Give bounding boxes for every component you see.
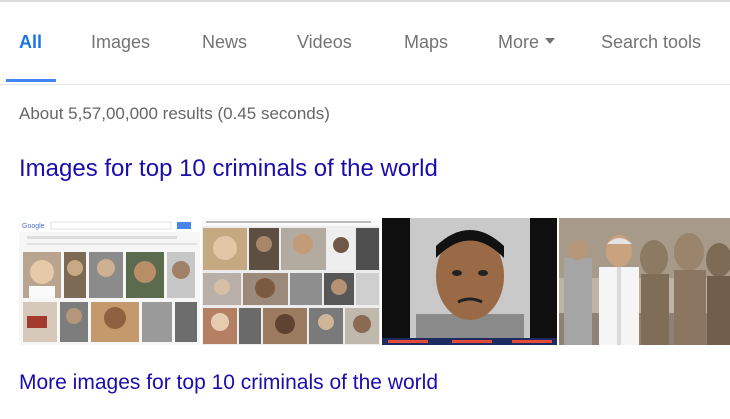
more-images-link[interactable]: More images for top 10 criminals of the … [19, 371, 438, 395]
thumb-google-logo-text: Google [22, 223, 45, 230]
results-stats: About 5,57,00,000 results (0.45 seconds) [19, 104, 330, 123]
thumbnail-3-graphic [382, 218, 557, 345]
tab-all[interactable]: All [19, 31, 42, 53]
tab-more-label: More [498, 32, 540, 52]
tab-news[interactable]: News [202, 31, 247, 53]
active-tab-indicator [6, 79, 56, 82]
image-thumbnail-strip: Google [19, 218, 730, 345]
image-thumbnail-3[interactable] [382, 218, 557, 345]
thumbnail-2-graphic [202, 218, 380, 345]
images-heading-link[interactable]: Images for top 10 criminals of the world [19, 155, 438, 183]
tab-more[interactable]: More [498, 31, 556, 53]
tab-maps[interactable]: Maps [404, 31, 448, 53]
search-tabs-bar: All Images News Videos Maps More Search … [0, 0, 730, 85]
tab-images[interactable]: Images [91, 31, 150, 53]
thumbnail-1-graphic: Google [19, 218, 200, 345]
tab-videos[interactable]: Videos [297, 31, 352, 53]
image-thumbnail-2[interactable] [202, 218, 380, 345]
tab-search-tools[interactable]: Search tools [601, 31, 701, 53]
image-thumbnail-1[interactable]: Google [19, 218, 200, 345]
image-thumbnail-4[interactable] [559, 218, 730, 345]
thumbnail-4-graphic [559, 218, 730, 345]
dropdown-caret-icon [545, 38, 556, 45]
